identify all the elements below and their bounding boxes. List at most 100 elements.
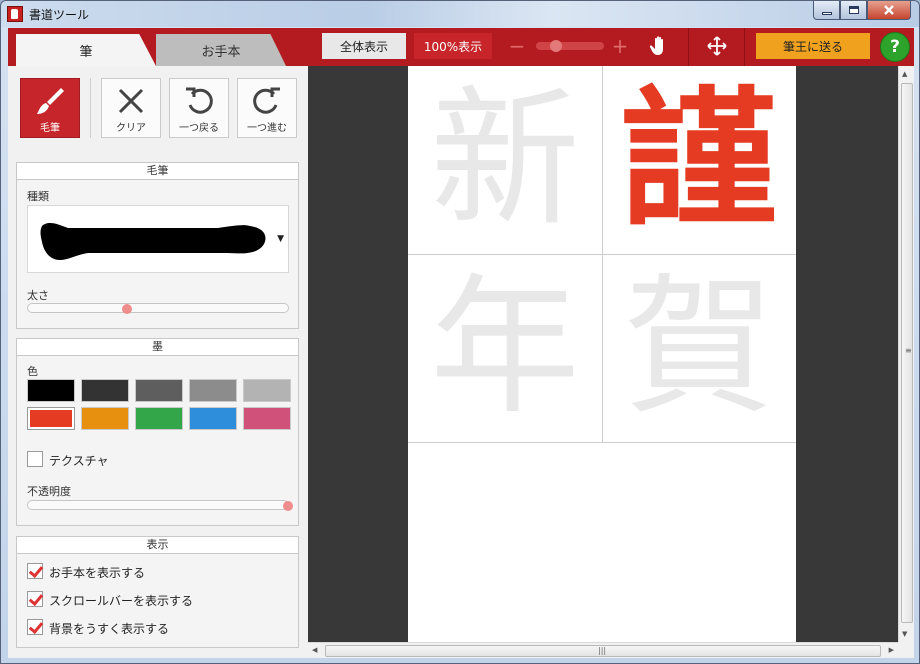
brush-type-label: 種類 [27,190,49,203]
color-swatch-3[interactable] [135,379,183,402]
opacity-slider[interactable] [27,500,293,511]
color-swatch-7[interactable] [81,407,129,430]
redo-icon [253,87,280,114]
scrollbar-corner [898,642,914,658]
zoom-out-button[interactable]: − [508,33,526,59]
clear-button[interactable]: クリア [101,78,161,138]
color-swatch-2[interactable] [81,379,129,402]
model-char-1: 新 [429,73,580,247]
minimize-icon [821,11,832,15]
zoom-slider[interactable] [536,40,604,52]
clear-label: クリア [116,123,146,134]
color-swatch-6[interactable] [27,407,75,430]
fit-all-button[interactable]: 全体表示 [322,33,406,59]
color-swatch-5[interactable] [243,379,291,402]
hand-icon [649,36,663,55]
brush-section-title: 毛筆 [17,163,298,180]
close-icon [118,88,144,114]
faint-background-label: 背景をうすく表示する [49,622,170,636]
ink-settings: 墨 色 テクスチャ 不透明度 [16,338,299,526]
color-swatch-4[interactable] [189,379,237,402]
brush-stroke-preview [40,222,266,260]
undo-icon [186,87,213,114]
undo-label: 一つ戻る [179,123,219,134]
scroll-left-icon[interactable]: ◀ [312,646,317,654]
opacity-knob[interactable] [283,501,293,511]
written-char: 謹 [620,72,778,248]
vertical-scroll-thumb[interactable]: ≡ [901,83,913,623]
move-arrows-icon [707,36,727,56]
move-button[interactable] [701,33,733,59]
brush-size-slider[interactable] [27,303,289,314]
send-to-fudeo-button[interactable]: 筆王に送る [756,33,870,59]
display-section-title: 表示 [17,537,298,554]
color-swatch-9[interactable] [189,407,237,430]
scroll-up-icon[interactable]: ▲ [902,70,907,78]
color-swatches [27,379,291,430]
brush-tool-label: 毛筆 [40,123,60,134]
texture-checkbox[interactable] [27,451,43,467]
zoom-in-button[interactable]: + [611,33,629,59]
color-swatch-8[interactable] [135,407,183,430]
maximize-button[interactable] [840,1,867,20]
window-title: 書道ツール [29,8,90,22]
toolbar-divider [744,28,745,66]
toolbar-divider [688,28,689,66]
model-char-4: 賀 [623,261,774,435]
show-model-checkbox[interactable] [27,563,43,579]
tool-divider [90,78,91,138]
show-scrollbar-label: スクロールバーを表示する [49,594,194,608]
minimize-button[interactable] [813,1,840,20]
show-model-label: お手本を表示する [49,566,146,580]
brush-tool-button[interactable]: 毛筆 [20,78,80,138]
brush-size-knob[interactable] [121,304,132,314]
help-button[interactable]: ? [880,32,910,62]
scroll-right-icon[interactable]: ▶ [889,646,894,654]
redo-button[interactable]: 一つ進む [237,78,297,138]
app-window: 書道ツール 筆 お手本 毛筆 クリア 一つ戻る 一つ進む 毛筆 種類 ▼ 太さ … [0,0,920,664]
vertical-scrollbar[interactable]: ▲ ≡ ▼ [898,66,914,642]
color-swatch-1[interactable] [27,379,75,402]
canvas-area: 新 謹 年 賀 謹 ▲ ≡ ▼ [308,66,914,642]
redo-label: 一つ進む [247,123,287,134]
tab-brush[interactable]: 筆 [16,34,156,66]
grip-icon: ≡ [905,346,912,355]
zoom-knob[interactable] [550,40,563,52]
app-icon [7,6,23,22]
minus-icon: − [508,34,526,58]
tab-model[interactable]: お手本 [156,34,286,66]
help-icon: ? [890,37,900,57]
maximize-icon [848,6,859,14]
plus-icon: + [611,34,629,58]
chevron-down-icon: ▼ [277,234,284,244]
left-panel: 筆 お手本 毛筆 クリア 一つ戻る 一つ進む 毛筆 種類 ▼ 太さ 墨 色 テク… [8,28,308,658]
canvas-toolbar: 全体表示 100%表示 − + 筆王に送る ? [308,28,914,66]
horizontal-scroll-thumb[interactable]: ||| [325,645,881,657]
show-scrollbar-checkbox[interactable] [27,591,43,607]
grid-line [602,66,603,442]
opacity-label: 不透明度 [27,485,71,498]
horizontal-scrollbar[interactable]: ◀ ||| ▶ [308,642,898,658]
tool-row: 毛筆 クリア 一つ戻る 一つ進む [20,78,305,140]
scroll-down-icon[interactable]: ▼ [902,630,907,638]
close-window-button[interactable] [867,1,911,20]
brush-type-select[interactable]: ▼ [27,205,289,273]
ink-color-label: 色 [27,365,38,378]
undo-button[interactable]: 一つ戻る [169,78,229,138]
brush-settings: 毛筆 種類 ▼ 太さ [16,162,299,329]
grid-line [408,442,796,443]
close-window-icon [884,5,894,15]
texture-label: テクスチャ [49,454,109,468]
color-swatch-10[interactable] [243,407,291,430]
writing-paper[interactable]: 新 謹 年 賀 謹 [408,66,796,642]
zoom-100-button[interactable]: 100%表示 [414,33,492,59]
pan-hand-button[interactable] [643,33,675,59]
brush-size-label: 太さ [27,289,49,302]
window-controls [813,1,911,20]
tab-bar: 筆 お手本 [8,28,308,66]
grip-icon: ||| [598,646,607,655]
model-char-3: 年 [429,261,580,435]
ink-section-title: 墨 [17,339,298,356]
faint-background-checkbox[interactable] [27,619,43,635]
title-bar: 書道ツール [1,1,919,27]
